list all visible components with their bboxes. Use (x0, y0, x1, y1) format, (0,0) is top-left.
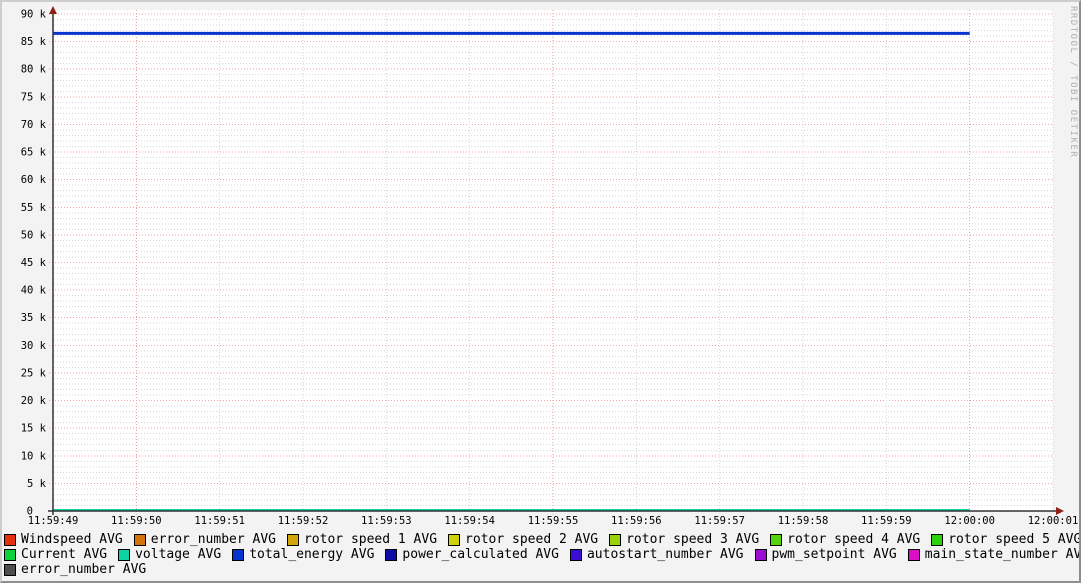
legend-swatch-icon (118, 548, 131, 561)
legend-swatch-icon (609, 533, 622, 546)
legend-label: power_calculated AVG (402, 547, 559, 562)
x-axis-label: 11:59:52 (278, 515, 329, 527)
legend-item: total_energy AVG (232, 548, 374, 561)
legend: Windspeed AVG error_number AVG rotor speed… (4, 532, 1081, 578)
x-axis-label: 12:00:00 (944, 515, 995, 527)
y-axis-label: 40 k (21, 285, 47, 297)
y-axis-label: 80 k (21, 64, 47, 76)
legend-label: total_energy AVG (249, 547, 375, 562)
y-axis-label: 60 k (21, 174, 47, 186)
x-axis-label: 11:59:51 (194, 515, 245, 527)
legend-label: main_state_number AVG (924, 547, 1081, 562)
y-axis-label: 70 k (21, 119, 47, 131)
legend-label: pwm_setpoint AVG (771, 547, 897, 562)
legend-item: error_number AVG (4, 563, 146, 576)
legend-swatch-icon (931, 533, 944, 546)
legend-swatch-icon (4, 533, 16, 546)
legend-item: rotor speed 3 AVG (609, 533, 759, 546)
legend-label: error_number AVG (21, 562, 147, 577)
legend-label: rotor speed 2 AVG (465, 532, 599, 547)
legend-label: rotor speed 5 AVG (948, 532, 1081, 547)
legend-item: rotor speed 4 AVG (770, 533, 920, 546)
legend-swatch-icon (4, 548, 16, 561)
legend-item: pwm_setpoint AVG (754, 547, 897, 562)
legend-item: rotor speed 5 AVG (931, 532, 1081, 547)
y-axis-label: 20 k (21, 395, 47, 407)
x-axis-label: 11:59:50 (111, 515, 162, 527)
y-axis-label: 65 k (21, 147, 47, 159)
x-axis-label: 11:59:56 (611, 515, 662, 527)
legend-item: Windspeed AVG (4, 533, 123, 546)
legend-swatch-icon (448, 533, 461, 546)
legend-label: rotor speed 3 AVG (626, 532, 760, 547)
rrdtool-watermark: RRDTOOL / TOBI OETIKER (1068, 6, 1078, 159)
legend-row: Current AVG voltage AVG total_energy AVG po… (4, 547, 1081, 562)
y-axis-label: 0 (27, 506, 33, 518)
y-axis-label: 25 k (21, 367, 47, 379)
legend-item: error_number AVG (133, 532, 276, 547)
rrd-graph: 11:59:49 11:59:50 11:59:51 11:59:52 11:59:53… (0, 0, 1081, 583)
legend-swatch-icon (770, 533, 783, 546)
legend-row: Windspeed AVG error_number AVG rotor speed… (4, 532, 1081, 547)
legend-label: voltage AVG (135, 547, 222, 562)
legend-swatch-icon (754, 548, 767, 561)
legend-item: power_calculated AVG (385, 548, 559, 561)
y-axis-label: 15 k (21, 423, 47, 435)
legend-swatch-icon (4, 563, 16, 576)
legend-item: main_state_number AVG (907, 547, 1081, 562)
x-axis-arrow-icon (1056, 507, 1064, 515)
legend-label: Windspeed AVG (21, 532, 123, 547)
y-axis-label: 85 k (21, 36, 47, 48)
y-axis-label: 35 k (21, 312, 47, 324)
y-axis-label: 10 k (21, 450, 47, 462)
legend-label: rotor speed 1 AVG (303, 532, 438, 547)
legend-label: rotor speed 4 AVG (787, 532, 921, 547)
legend-item: rotor speed 2 AVG (448, 533, 598, 546)
y-axis-label: 30 k (21, 340, 47, 352)
x-axis-label: 12:00:01 (1028, 515, 1079, 527)
x-axis-label: 11:59:54 (444, 515, 495, 527)
legend-row: error_number AVG (4, 563, 1079, 576)
legend-item: autostart_number AVG (569, 547, 744, 562)
chart-plot-area: 11:59:49 11:59:50 11:59:51 11:59:52 11:59:53… (21, 6, 1079, 527)
legend-swatch-icon (232, 548, 245, 561)
legend-swatch-icon (385, 548, 398, 561)
legend-item: voltage AVG (118, 548, 221, 561)
x-axis-label: 11:59:53 (361, 515, 412, 527)
x-axis-label: 11:59:58 (778, 515, 829, 527)
y-axis-label: 50 k (21, 229, 47, 241)
y-axis-label: 45 k (21, 257, 47, 269)
x-axis-label: 11:59:59 (861, 515, 912, 527)
x-axis-label: 11:59:57 (694, 515, 745, 527)
legend-item: rotor speed 1 AVG (286, 532, 438, 547)
y-axis-label: 5 k (27, 478, 47, 490)
y-axis-label: 55 k (21, 202, 47, 214)
legend-label: error_number AVG (150, 532, 276, 547)
y-axis-label: 90 k (21, 9, 47, 21)
x-axis-label: 11:59:49 (28, 515, 79, 527)
legend-swatch-icon (569, 548, 582, 561)
legend-swatch-icon (907, 548, 920, 561)
x-axis-label: 11:59:55 (528, 515, 579, 527)
legend-item: Current AVG (4, 548, 107, 561)
legend-label: autostart_number AVG (586, 547, 744, 562)
y-axis-label: 75 k (21, 91, 47, 103)
legend-label: Current AVG (21, 547, 108, 562)
legend-swatch-icon (133, 533, 146, 546)
legend-swatch-icon (286, 533, 299, 546)
